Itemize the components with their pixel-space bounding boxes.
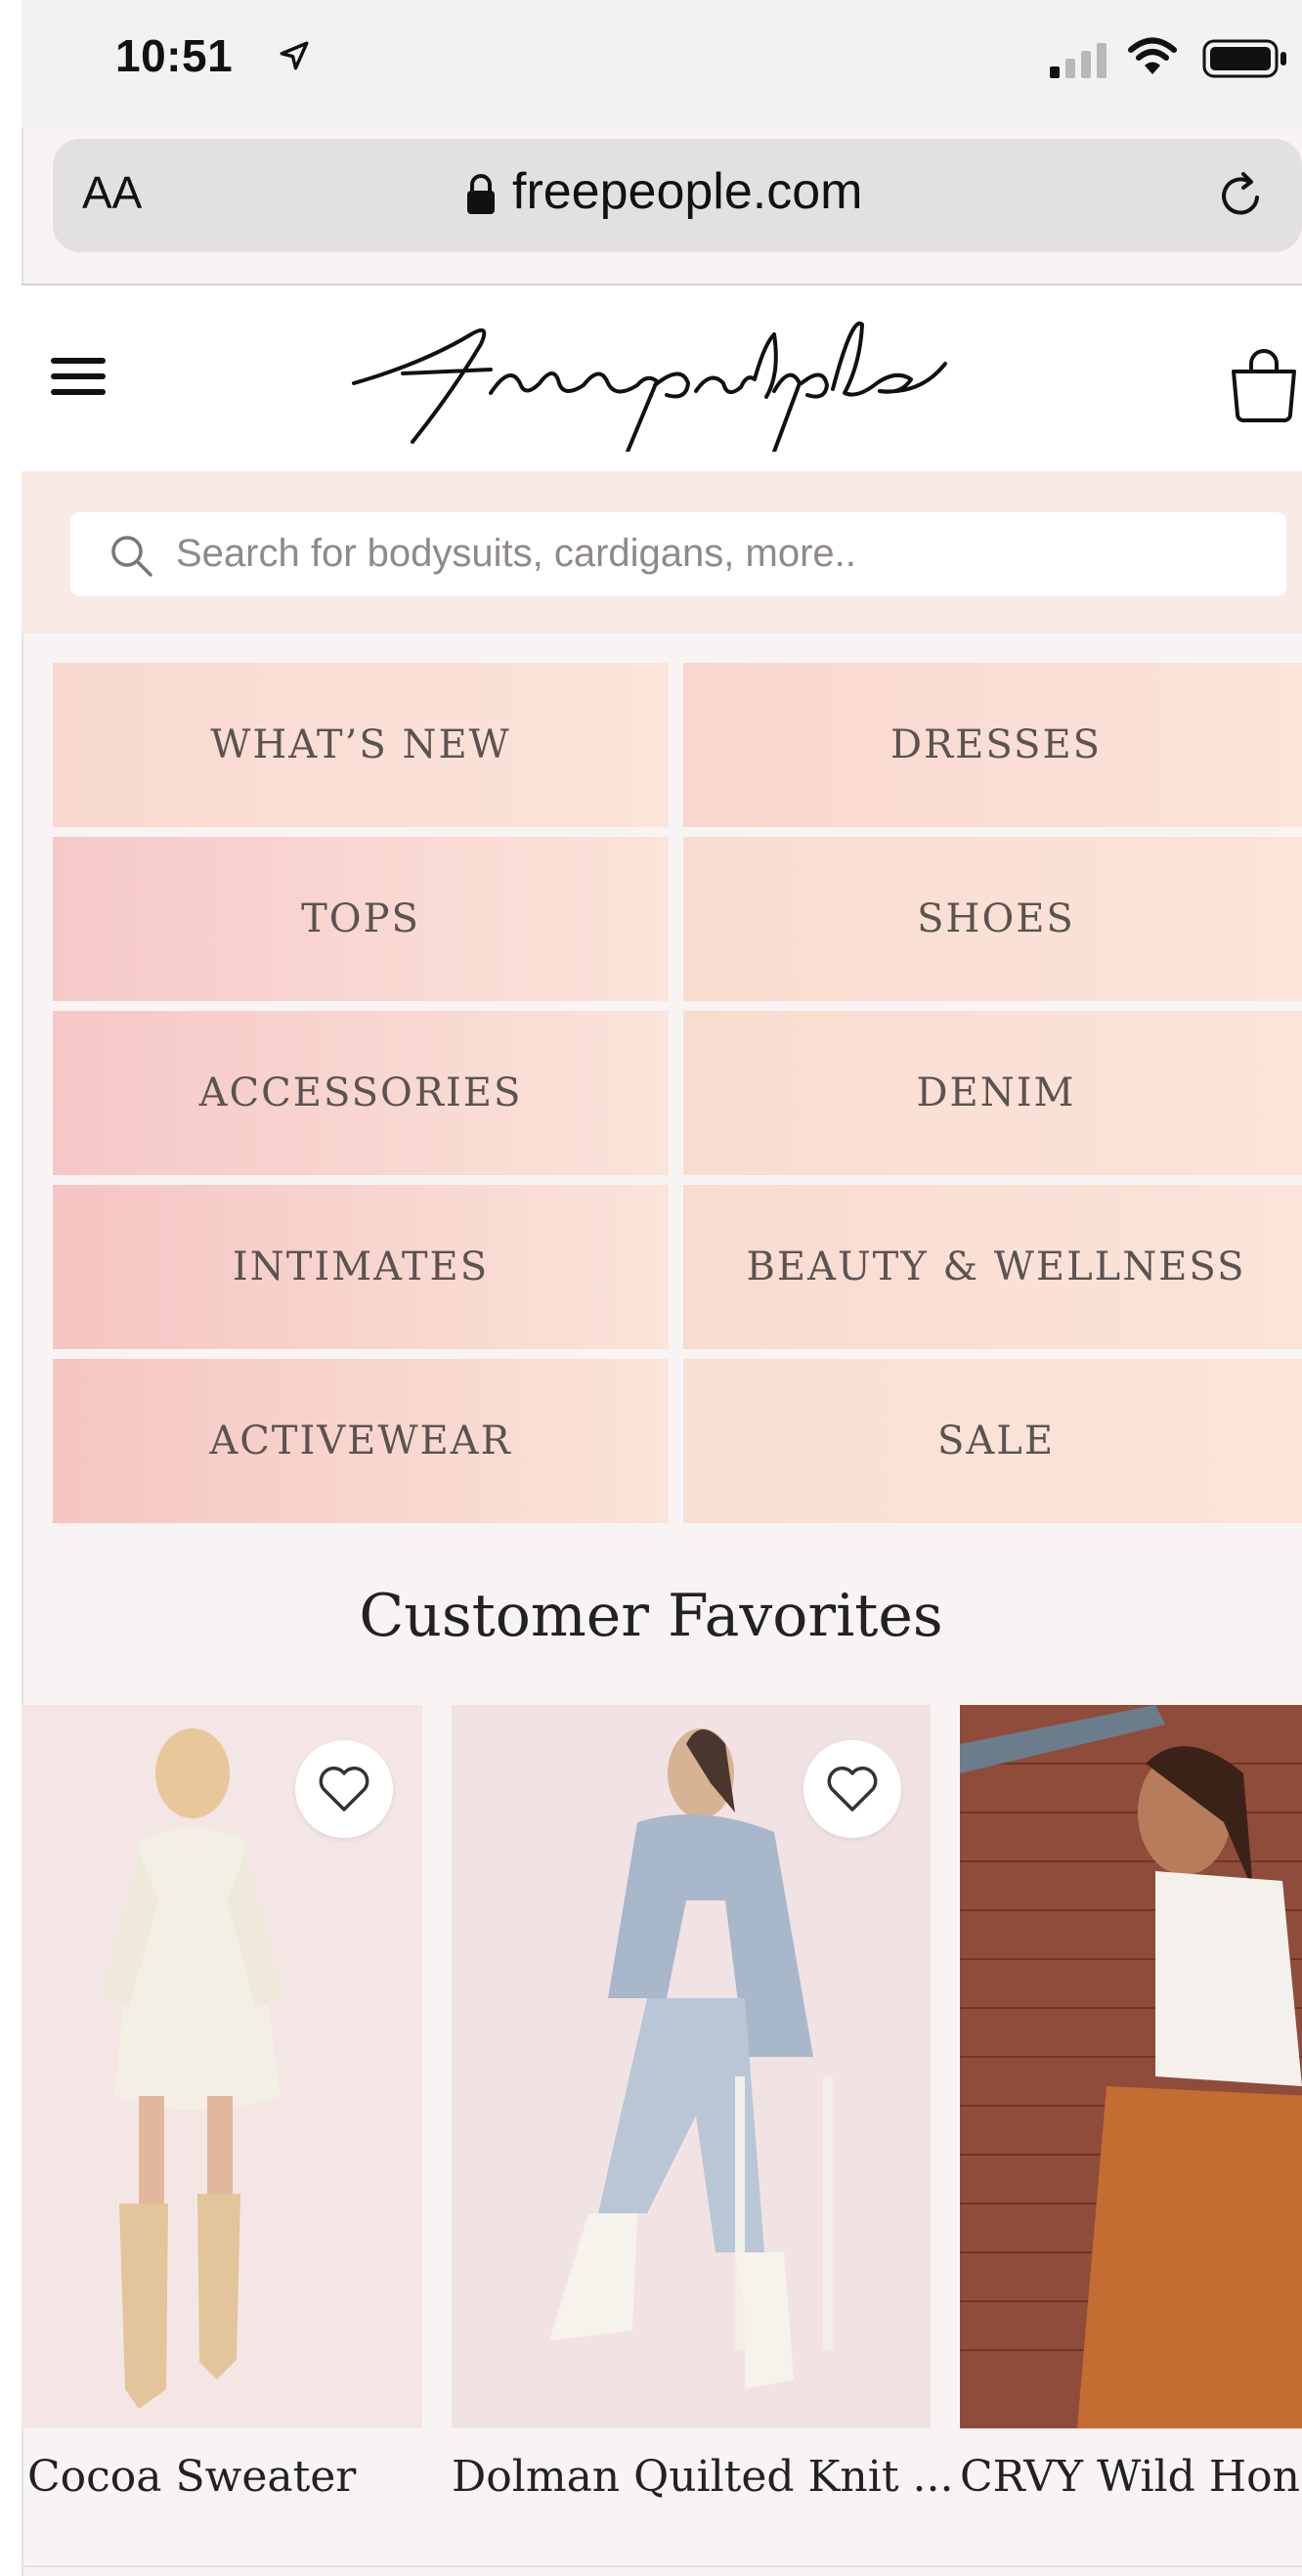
favorite-button[interactable] [295,1740,393,1838]
category-accessories[interactable]: ACCESSORIES [53,1011,669,1175]
category-tops[interactable]: TOPS [53,837,669,1001]
search-icon [111,536,152,577]
section-title: Customer Favorites [359,1582,943,1650]
favorite-button[interactable] [803,1740,901,1838]
cellular-signal-icon [1050,43,1107,78]
lock-icon [467,174,495,214]
product-name[interactable]: Cocoa Sweater [27,2452,356,2502]
category-denim[interactable]: DENIM [683,1011,1302,1175]
category-shoes[interactable]: SHOES [683,837,1302,1001]
category-dresses[interactable]: DRESSES [683,663,1302,827]
screen-edge [0,0,23,2576]
search-section: Search for bodysuits, cardigans, more.. [22,471,1302,633]
clock: 10:51 [115,30,234,81]
product-card[interactable] [22,1705,422,2428]
search-placeholder: Search for bodysuits, cardigans, more.. [176,532,856,575]
search-input[interactable]: Search for bodysuits, cardigans, more.. [70,512,1286,596]
site-header [22,285,1302,471]
category-whats-new[interactable]: WHAT’S NEW [53,663,669,827]
category-sale[interactable]: SALE [683,1359,1302,1523]
heart-icon [319,1767,369,1812]
category-activewear[interactable]: ACTIVEWEAR [53,1359,669,1523]
product-image[interactable] [960,1705,1302,2428]
text-size-button[interactable]: AA [82,166,142,219]
product-name[interactable]: CRVY Wild Hone [960,2452,1302,2502]
category-beauty-wellness[interactable]: BEAUTY & WELLNESS [683,1185,1302,1349]
status-bar: 10:51 [22,0,1302,127]
wifi-icon [1128,37,1177,74]
reload-icon[interactable] [1214,168,1269,223]
free-people-logo[interactable] [344,305,950,452]
product-card[interactable] [960,1705,1302,2428]
phone-screen: 10:51 AA freepeople.com Search for bodys… [0,0,1302,2576]
url-domain[interactable]: freepeople.com [512,162,862,221]
hamburger-menu-icon[interactable] [51,356,106,397]
shopping-bag-icon[interactable] [1226,346,1302,424]
bottom-divider [22,2565,1302,2567]
address-bar[interactable]: AA freepeople.com [53,139,1302,252]
product-card[interactable] [452,1705,931,2428]
battery-icon [1202,39,1286,78]
location-arrow-icon [280,41,309,70]
product-name[interactable]: Dolman Quilted Knit ... [452,2452,953,2502]
heart-icon [827,1767,878,1812]
category-intimates[interactable]: INTIMATES [53,1185,669,1349]
